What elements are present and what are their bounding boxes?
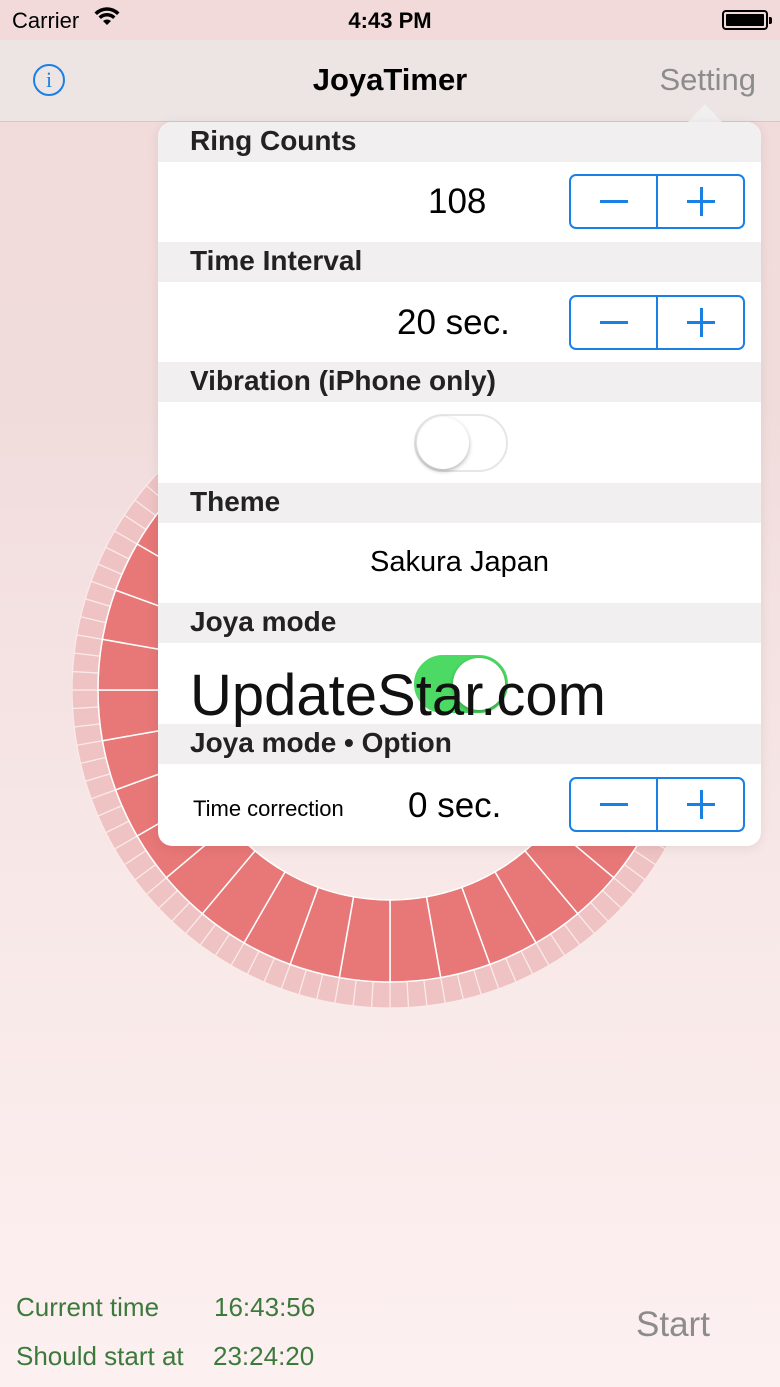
- time-correction-label: Time correction: [193, 796, 344, 821]
- dial-segment: [406, 979, 428, 1009]
- theme-value[interactable]: Sakura Japan: [158, 546, 761, 579]
- popover-arrow: [687, 104, 723, 123]
- start-time-label: Should start at: [16, 1341, 184, 1371]
- time-interval-increment-button[interactable]: [656, 297, 743, 348]
- time-correction-value: 0 sec.: [408, 786, 502, 825]
- time-interval-value: 20 sec.: [397, 303, 510, 342]
- clock-time: 4:43 PM: [348, 8, 432, 33]
- time-correction-decrement-button[interactable]: [571, 779, 656, 830]
- time-interval-stepper[interactable]: [569, 295, 745, 350]
- joya-mode-header: Joya mode: [158, 603, 761, 643]
- dial-segment: [73, 723, 104, 746]
- ring-counts-decrement-button[interactable]: [571, 176, 656, 227]
- dial-segment: [72, 689, 100, 710]
- time-correction-stepper[interactable]: [569, 777, 745, 832]
- settings-popover: Ring Counts 108 Time Interval 20 sec. Vi…: [158, 122, 761, 846]
- theme-header: Theme: [158, 483, 761, 523]
- vibration-header: Vibration (iPhone only): [158, 362, 761, 402]
- dial-segment: [72, 670, 100, 691]
- vibration-toggle[interactable]: [414, 414, 508, 472]
- time-correction-increment-button[interactable]: [656, 779, 743, 830]
- watermark-text: UpdateStar.com: [190, 663, 606, 728]
- current-time-value: 16:43:56: [214, 1292, 316, 1322]
- time-interval-header: Time Interval: [158, 242, 761, 282]
- dial-segment: [423, 976, 446, 1007]
- toggle-knob: [417, 417, 469, 469]
- navigation-bar: i JoyaTimer Setting: [0, 40, 780, 122]
- setting-button[interactable]: Setting: [659, 62, 756, 98]
- start-button[interactable]: Start: [636, 1305, 710, 1345]
- ring-counts-value: 108: [428, 182, 487, 221]
- dial-segment: [389, 980, 410, 1009]
- ring-counts-header: Ring Counts: [158, 122, 761, 162]
- battery-icon: [722, 10, 772, 30]
- ring-counts-stepper[interactable]: [569, 174, 745, 229]
- current-time-label: Current time: [16, 1292, 160, 1322]
- start-time-value: 23:24:20: [213, 1341, 315, 1371]
- ring-counts-increment-button[interactable]: [656, 176, 743, 227]
- dial-segment: [370, 980, 391, 1009]
- joya-option-header: Joya mode • Option: [158, 724, 761, 764]
- time-interval-decrement-button[interactable]: [571, 297, 656, 348]
- status-bar: Carrier 4:43 PM: [0, 0, 780, 40]
- dial-segment: [72, 706, 101, 728]
